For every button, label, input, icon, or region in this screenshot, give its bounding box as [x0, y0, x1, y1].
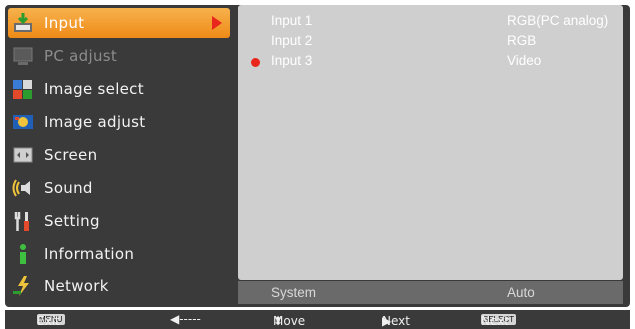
information-icon: [11, 242, 35, 266]
menu-item-setting[interactable]: Setting: [8, 206, 230, 236]
system-label: System: [271, 285, 317, 300]
help-exit-label: Exit: [37, 314, 60, 328]
menu-item-label: Image adjust: [44, 113, 146, 131]
menu-item-label: Screen: [44, 146, 98, 164]
input-option-name: Input 1: [271, 13, 313, 28]
menu-item-image-adjust[interactable]: Image adjust: [8, 107, 230, 137]
menu-item-label: PC adjust: [44, 47, 118, 65]
menu-item-label: Information: [44, 245, 135, 263]
menu-item-label: Input: [44, 14, 85, 32]
input-option-1[interactable]: Input 1 RGB(PC analog): [238, 11, 623, 31]
input-option-2[interactable]: Input 2 RGB: [238, 31, 623, 51]
menu-item-label: Image select: [44, 80, 144, 98]
menu-item-label: Sound: [44, 179, 93, 197]
help-bar: MENU Exit ◀----- ⬍ Move ▶ Next SELECT Next: [5, 310, 630, 329]
input-option-value: RGB: [507, 33, 537, 48]
input-option-name: Input 2: [271, 33, 313, 48]
input-option-3[interactable]: Input 3 Video: [238, 51, 623, 71]
help-back: ◀-----: [170, 312, 201, 326]
submenu-arrow-icon: [212, 16, 222, 30]
system-row[interactable]: System Auto: [238, 281, 623, 304]
input-icon: [11, 11, 35, 35]
input-option-value: Video: [507, 53, 542, 68]
image-select-icon: [11, 77, 35, 101]
help-next-label: Next: [382, 314, 410, 328]
input-option-value: RGB(PC analog): [507, 13, 609, 28]
speaker-icon: [11, 176, 35, 200]
menu-item-label: Network: [44, 277, 109, 295]
menu-item-input[interactable]: Input: [8, 8, 230, 38]
help-move-label: Move: [273, 314, 306, 328]
main-menu: Input PC adjust Image select Image adjus…: [8, 5, 230, 305]
system-value: Auto: [507, 285, 535, 300]
image-adjust-icon: [11, 110, 35, 134]
menu-item-information[interactable]: Information: [8, 239, 230, 269]
network-icon: [11, 274, 35, 298]
menu-item-label: Setting: [44, 212, 100, 230]
selected-marker-icon: [251, 58, 260, 67]
menu-item-sound[interactable]: Sound: [8, 173, 230, 203]
pc-monitor-icon: [11, 44, 35, 68]
input-option-name: Input 3: [271, 53, 313, 68]
screen-icon: [11, 143, 35, 167]
menu-item-pc-adjust[interactable]: PC adjust: [8, 41, 230, 71]
menu-item-network[interactable]: Network: [8, 271, 230, 301]
wrench-icon: [11, 209, 35, 233]
help-select-label: Next: [481, 314, 509, 328]
input-submenu-panel: Input 1 RGB(PC analog) Input 2 RGB Input…: [238, 5, 623, 280]
menu-item-image-select[interactable]: Image select: [8, 74, 230, 104]
menu-item-screen[interactable]: Screen: [8, 140, 230, 170]
